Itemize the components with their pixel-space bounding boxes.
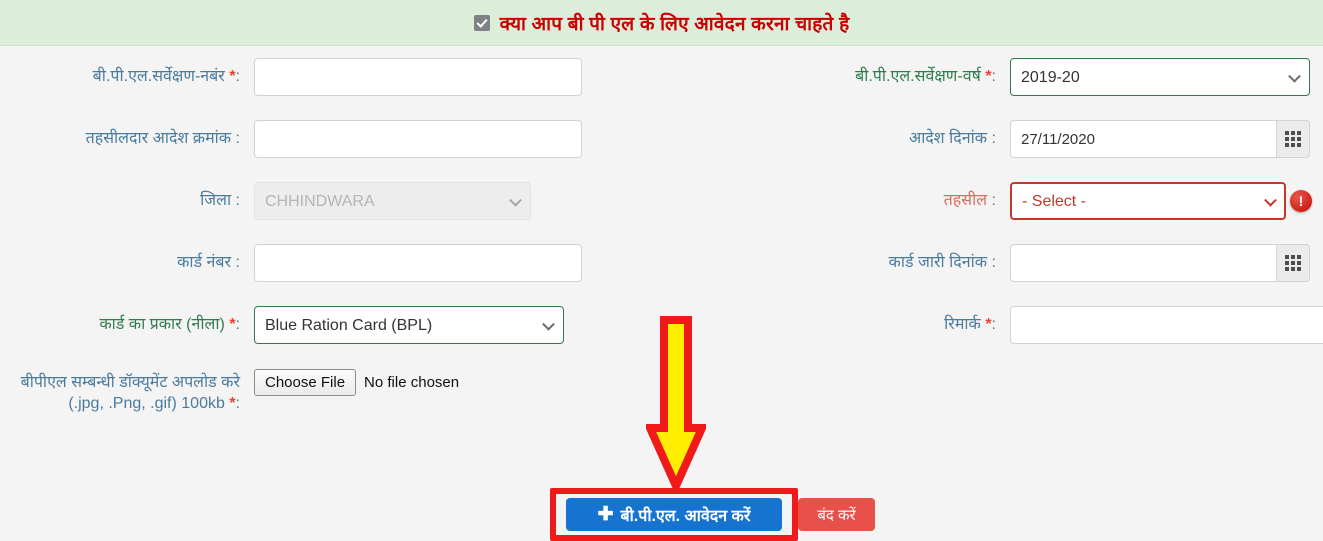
close-button[interactable]: बंद करें xyxy=(798,498,875,531)
form-col-left-6: बीपीएल सम्बन्धी डॉक्यूमेंट अपलोड करे (.j… xyxy=(0,356,662,456)
bpl-submit-button[interactable]: ✚ बी.पी.एल. आवेदन करें xyxy=(566,498,782,531)
card-issue-date-input[interactable] xyxy=(1010,244,1276,282)
form-row-3: जिला : CHHINDWARA तहसील : - Select - ! xyxy=(0,170,1323,232)
label-survey-year: बी.पी.एल.सर्वेक्षण-वर्ष *: xyxy=(855,68,996,85)
calendar-grid-icon[interactable] xyxy=(1276,120,1310,158)
label-survey-number: बी.पी.एल.सर्वेक्षण-नबंर *: xyxy=(92,68,240,85)
form-area: बी.पी.एल.सर्वेक्षण-नबंर *: बी.पी.एल.सर्व… xyxy=(0,46,1323,541)
control-remark xyxy=(1010,306,1323,344)
form-col-left-3: जिला : CHHINDWARA xyxy=(0,170,662,232)
control-document-upload: Choose File No file chosen xyxy=(254,364,459,396)
card-issue-date-group xyxy=(1010,244,1310,282)
field-survey-year: बी.पी.एल.सर्वेक्षण-वर्ष *: 2019-20 xyxy=(662,58,1310,96)
control-survey-year: 2019-20 xyxy=(1010,58,1310,96)
field-document-upload: बीपीएल सम्बन्धी डॉक्यूमेंट अपलोड करे (.j… xyxy=(0,364,459,414)
calendar-grid-glyph xyxy=(1285,131,1301,147)
control-order-date xyxy=(1010,120,1310,158)
form-col-left-5: कार्ड का प्रकार (नीला) *: Blue Ration Ca… xyxy=(0,294,662,356)
control-district: CHHINDWARA xyxy=(254,182,531,220)
form-row-5: कार्ड का प्रकार (नीला) *: Blue Ration Ca… xyxy=(0,294,1323,356)
form-col-right-3: तहसील : - Select - xyxy=(662,170,1323,232)
bpl-submit-label: बी.पी.एल. आवेदन करें xyxy=(620,507,751,525)
survey-year-select-wrap: 2019-20 xyxy=(1010,58,1310,96)
control-card-number xyxy=(254,244,582,282)
control-card-issue-date xyxy=(1010,244,1310,282)
label-document-upload: बीपीएल सम्बन्धी डॉक्यूमेंट अपलोड करे (.j… xyxy=(20,374,240,412)
order-date-input[interactable] xyxy=(1010,120,1276,158)
card-type-select[interactable]: Blue Ration Card (BPL) xyxy=(254,306,564,344)
district-select: CHHINDWARA xyxy=(254,182,531,220)
card-number-input[interactable] xyxy=(254,244,582,282)
form-col-left-1: बी.पी.एल.सर्वेक्षण-नबंर *: xyxy=(0,46,662,108)
label-card-issue-date: कार्ड जारी दिनांक : xyxy=(888,254,996,271)
field-survey-number: बी.पी.एल.सर्वेक्षण-नबंर *: xyxy=(0,58,582,96)
label-district: जिला : xyxy=(200,192,240,209)
field-district: जिला : CHHINDWARA xyxy=(0,182,531,220)
order-date-group xyxy=(1010,120,1310,158)
label-tehsildar-order-number: तहसीलदार आदेश क्रमांक : xyxy=(85,130,240,147)
field-tehsil: तहसील : - Select - xyxy=(662,182,1312,220)
form-col-right-1: बी.पी.एल.सर्वेक्षण-वर्ष *: 2019-20 xyxy=(662,46,1323,108)
field-card-issue-date: कार्ड जारी दिनांक : xyxy=(662,244,1310,282)
form-col-right-4: कार्ड जारी दिनांक : xyxy=(662,232,1323,294)
form-header-band: क्या आप बी पी एल के लिए आवेदन करना चाहते… xyxy=(0,0,1323,46)
header-inner: क्या आप बी पी एल के लिए आवेदन करना चाहते… xyxy=(473,10,850,36)
control-survey-number xyxy=(254,58,582,96)
form-footer: ✚ बी.पी.एल. आवेदन करें बंद करें xyxy=(0,488,1323,541)
control-card-type: Blue Ration Card (BPL) xyxy=(254,306,564,344)
tehsil-select-wrap: - Select - xyxy=(1010,182,1312,220)
calendar-grid-icon[interactable] xyxy=(1276,244,1310,282)
form-col-left-4: कार्ड नंबर : xyxy=(0,232,662,294)
form-col-right-2: आदेश दिनांक : xyxy=(662,108,1323,170)
tehsil-select[interactable]: - Select - xyxy=(1010,182,1286,220)
error-exclamation-icon xyxy=(1290,190,1312,212)
card-type-select-wrap: Blue Ration Card (BPL) xyxy=(254,306,564,344)
calendar-grid-glyph xyxy=(1285,255,1301,271)
control-tehsil: - Select - xyxy=(1010,182,1312,220)
choose-file-button[interactable]: Choose File xyxy=(254,369,357,396)
district-select-wrap: CHHINDWARA xyxy=(254,182,531,220)
control-tehsildar-order-number xyxy=(254,120,582,158)
bpl-apply-checkbox[interactable] xyxy=(473,14,490,31)
form-col-right-5: रिमार्क *: xyxy=(662,294,1323,356)
label-remark: रिमार्क *: xyxy=(944,316,996,333)
survey-year-select[interactable]: 2019-20 xyxy=(1010,58,1310,96)
form-row-6: बीपीएल सम्बन्धी डॉक्यूमेंट अपलोड करे (.j… xyxy=(0,356,1323,456)
page-title: क्या आप बी पी एल के लिए आवेदन करना चाहते… xyxy=(499,13,850,35)
file-status-text: No file chosen xyxy=(364,374,460,391)
field-tehsildar-order-number: तहसीलदार आदेश क्रमांक : xyxy=(0,120,582,158)
plus-icon: ✚ xyxy=(597,504,614,525)
bpl-application-form-page: क्या आप बी पी एल के लिए आवेदन करना चाहते… xyxy=(0,0,1323,541)
field-card-type: कार्ड का प्रकार (नीला) *: Blue Ration Ca… xyxy=(0,306,564,344)
label-order-date: आदेश दिनांक : xyxy=(908,130,996,147)
field-card-number: कार्ड नंबर : xyxy=(0,244,582,282)
field-remark: रिमार्क *: xyxy=(662,306,1323,344)
label-tehsil: तहसील : xyxy=(943,192,996,209)
remark-input[interactable] xyxy=(1010,306,1323,344)
tehsildar-order-number-input[interactable] xyxy=(254,120,582,158)
file-upload-row: Choose File No file chosen xyxy=(254,364,459,396)
form-row-4: कार्ड नंबर : कार्ड जारी दिनांक : xyxy=(0,232,1323,294)
form-row-2: तहसीलदार आदेश क्रमांक : आदेश दिनांक : xyxy=(0,108,1323,170)
label-card-number: कार्ड नंबर : xyxy=(177,254,240,271)
field-order-date: आदेश दिनांक : xyxy=(662,120,1310,158)
label-card-type: कार्ड का प्रकार (नीला) *: xyxy=(99,316,240,333)
form-row-1: बी.पी.एल.सर्वेक्षण-नबंर *: बी.पी.एल.सर्व… xyxy=(0,46,1323,108)
survey-number-input[interactable] xyxy=(254,58,582,96)
form-col-left-2: तहसीलदार आदेश क्रमांक : xyxy=(0,108,662,170)
